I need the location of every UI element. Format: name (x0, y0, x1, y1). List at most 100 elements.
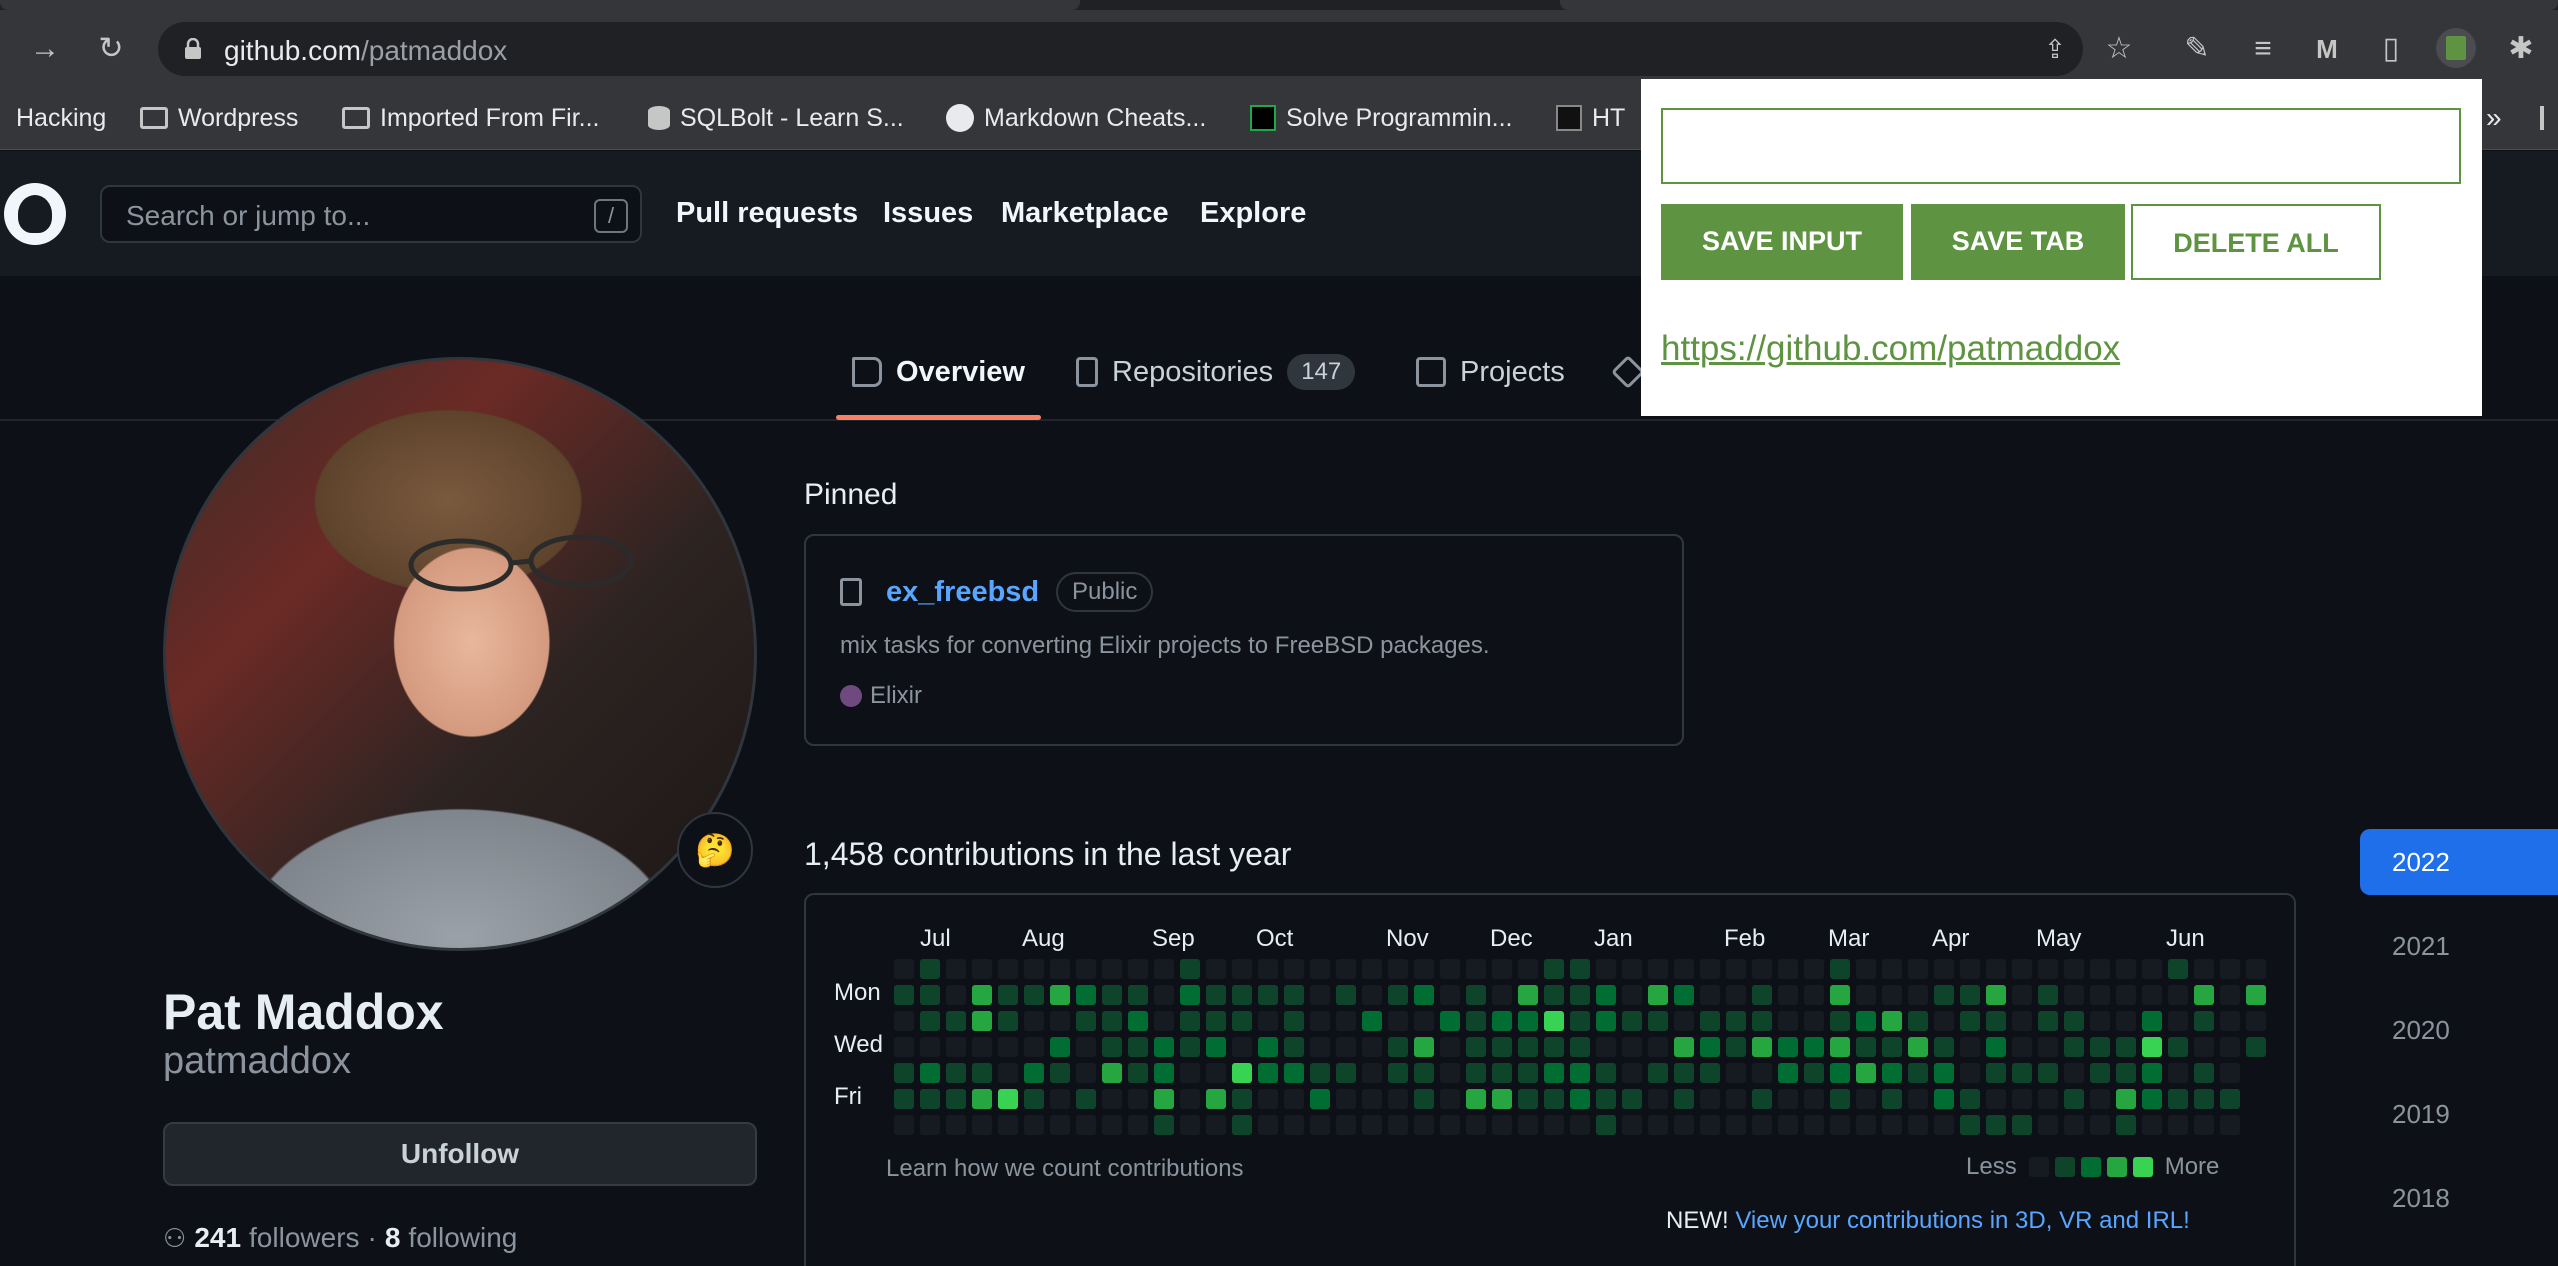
contribution-day[interactable] (1492, 1089, 1512, 1109)
contribution-day[interactable] (1206, 985, 1226, 1005)
contribution-day[interactable] (1570, 1089, 1590, 1109)
contribution-day[interactable] (894, 985, 914, 1005)
contribution-day[interactable] (1284, 1115, 1304, 1135)
contribution-day[interactable] (2038, 985, 2058, 1005)
contribution-day[interactable] (1492, 1037, 1512, 1057)
contribution-day[interactable] (1206, 1037, 1226, 1057)
contribution-day[interactable] (1570, 959, 1590, 979)
contribution-day[interactable] (1284, 959, 1304, 979)
contribution-day[interactable] (1336, 1037, 1356, 1057)
contribution-day[interactable] (1544, 1089, 1564, 1109)
contribution-day[interactable] (1752, 985, 1772, 1005)
contribution-day[interactable] (1310, 1063, 1330, 1083)
contribution-day[interactable] (1388, 1063, 1408, 1083)
contribution-day[interactable] (2194, 1037, 2214, 1057)
saved-lead-link[interactable]: https://github.com/patmaddox (1661, 329, 2120, 369)
contribution-day[interactable] (1856, 1089, 1876, 1109)
contribution-day[interactable] (1986, 1089, 2006, 1109)
contribution-day[interactable] (1752, 1063, 1772, 1083)
bookmark-imported[interactable]: Imported From Fir... (342, 102, 599, 134)
contribution-day[interactable] (2220, 1115, 2240, 1135)
share-icon[interactable]: ⇪ (2038, 32, 2072, 66)
contribution-day[interactable] (1570, 1037, 1590, 1057)
contribution-day[interactable] (894, 1037, 914, 1057)
contribution-day[interactable] (1596, 1089, 1616, 1109)
contribution-day[interactable] (1258, 1089, 1278, 1109)
contribution-day[interactable] (1934, 985, 1954, 1005)
contribution-day[interactable] (2012, 1089, 2032, 1109)
contribution-day[interactable] (2168, 959, 2188, 979)
contribution-day[interactable] (2038, 1037, 2058, 1057)
contribution-day[interactable] (1830, 1011, 1850, 1031)
contribution-day[interactable] (1570, 985, 1590, 1005)
contribution-day[interactable] (1908, 1063, 1928, 1083)
contribution-day[interactable] (1024, 959, 1044, 979)
contribution-day[interactable] (1362, 1037, 1382, 1057)
contribution-day[interactable] (1908, 1011, 1928, 1031)
contribution-day[interactable] (2194, 1115, 2214, 1135)
contribution-day[interactable] (1674, 1063, 1694, 1083)
contribution-day[interactable] (1674, 985, 1694, 1005)
contribution-day[interactable] (1128, 1115, 1148, 1135)
year-2021[interactable]: 2021 (2360, 913, 2558, 979)
contribution-day[interactable] (2220, 985, 2240, 1005)
reload-icon[interactable]: ↻ (94, 32, 128, 66)
contribution-day[interactable] (998, 1037, 1018, 1057)
contribution-day[interactable] (1024, 1011, 1044, 1031)
contribution-day[interactable] (1518, 1115, 1538, 1135)
contribution-day[interactable] (2246, 1037, 2266, 1057)
contribution-day[interactable] (1206, 1063, 1226, 1083)
contribution-day[interactable] (920, 959, 940, 979)
contribution-day[interactable] (1648, 1037, 1668, 1057)
contribution-day[interactable] (1310, 1037, 1330, 1057)
delete-all-button[interactable]: DELETE ALL (2131, 204, 2381, 280)
contribution-day[interactable] (2168, 1011, 2188, 1031)
year-2018[interactable]: 2018 (2360, 1165, 2558, 1231)
contribution-day[interactable] (1856, 1011, 1876, 1031)
contribution-day[interactable] (1180, 959, 1200, 979)
contribution-day[interactable] (1258, 985, 1278, 1005)
lead-input[interactable] (1661, 108, 2461, 184)
contribution-day[interactable] (1674, 959, 1694, 979)
nav-issues[interactable]: Issues (883, 197, 973, 230)
contribution-day[interactable] (1804, 1011, 1824, 1031)
contribution-day[interactable] (1726, 1011, 1746, 1031)
contribution-day[interactable] (2012, 1037, 2032, 1057)
contribution-day[interactable] (1102, 1037, 1122, 1057)
contribution-day[interactable] (1622, 985, 1642, 1005)
bookmark-hacking[interactable]: Hacking (16, 102, 106, 134)
saver-extension-icon[interactable] (2436, 28, 2476, 68)
list-extension-icon[interactable]: ≡ (2246, 32, 2280, 66)
contribution-day[interactable] (972, 1011, 992, 1031)
contribution-day[interactable] (1466, 1011, 1486, 1031)
contribution-day[interactable] (1154, 1115, 1174, 1135)
contribution-day[interactable] (1622, 1089, 1642, 1109)
contribution-day[interactable] (2012, 1115, 2032, 1135)
contribution-day[interactable] (1596, 1063, 1616, 1083)
contribution-day[interactable] (920, 1011, 940, 1031)
contribution-day[interactable] (1778, 959, 1798, 979)
contribution-day[interactable] (1128, 1089, 1148, 1109)
contribution-day[interactable] (2038, 1011, 2058, 1031)
contribution-day[interactable] (1076, 985, 1096, 1005)
contribution-day[interactable] (1570, 1063, 1590, 1083)
contribution-day[interactable] (1544, 985, 1564, 1005)
contribution-day[interactable] (2220, 959, 2240, 979)
contribution-day[interactable] (2220, 1011, 2240, 1031)
contribution-day[interactable] (1856, 959, 1876, 979)
contribution-day[interactable] (1050, 1089, 1070, 1109)
contribution-day[interactable] (2168, 1089, 2188, 1109)
bookmark-sqlbolt[interactable]: SQLBolt - Learn S... (648, 102, 904, 134)
contribution-day[interactable] (972, 1089, 992, 1109)
tab-projects[interactable]: Projects (1416, 352, 1565, 392)
contribution-day[interactable] (1518, 1063, 1538, 1083)
contribution-day[interactable] (1596, 959, 1616, 979)
contribution-day[interactable] (1050, 1115, 1070, 1135)
forward-icon[interactable]: → (28, 32, 62, 66)
contribution-day[interactable] (998, 959, 1018, 979)
contribution-day[interactable] (1154, 1063, 1174, 1083)
contribution-day[interactable] (1674, 1115, 1694, 1135)
contribution-day[interactable] (1700, 1089, 1720, 1109)
contribution-day[interactable] (2116, 1011, 2136, 1031)
contribution-day[interactable] (1882, 985, 1902, 1005)
